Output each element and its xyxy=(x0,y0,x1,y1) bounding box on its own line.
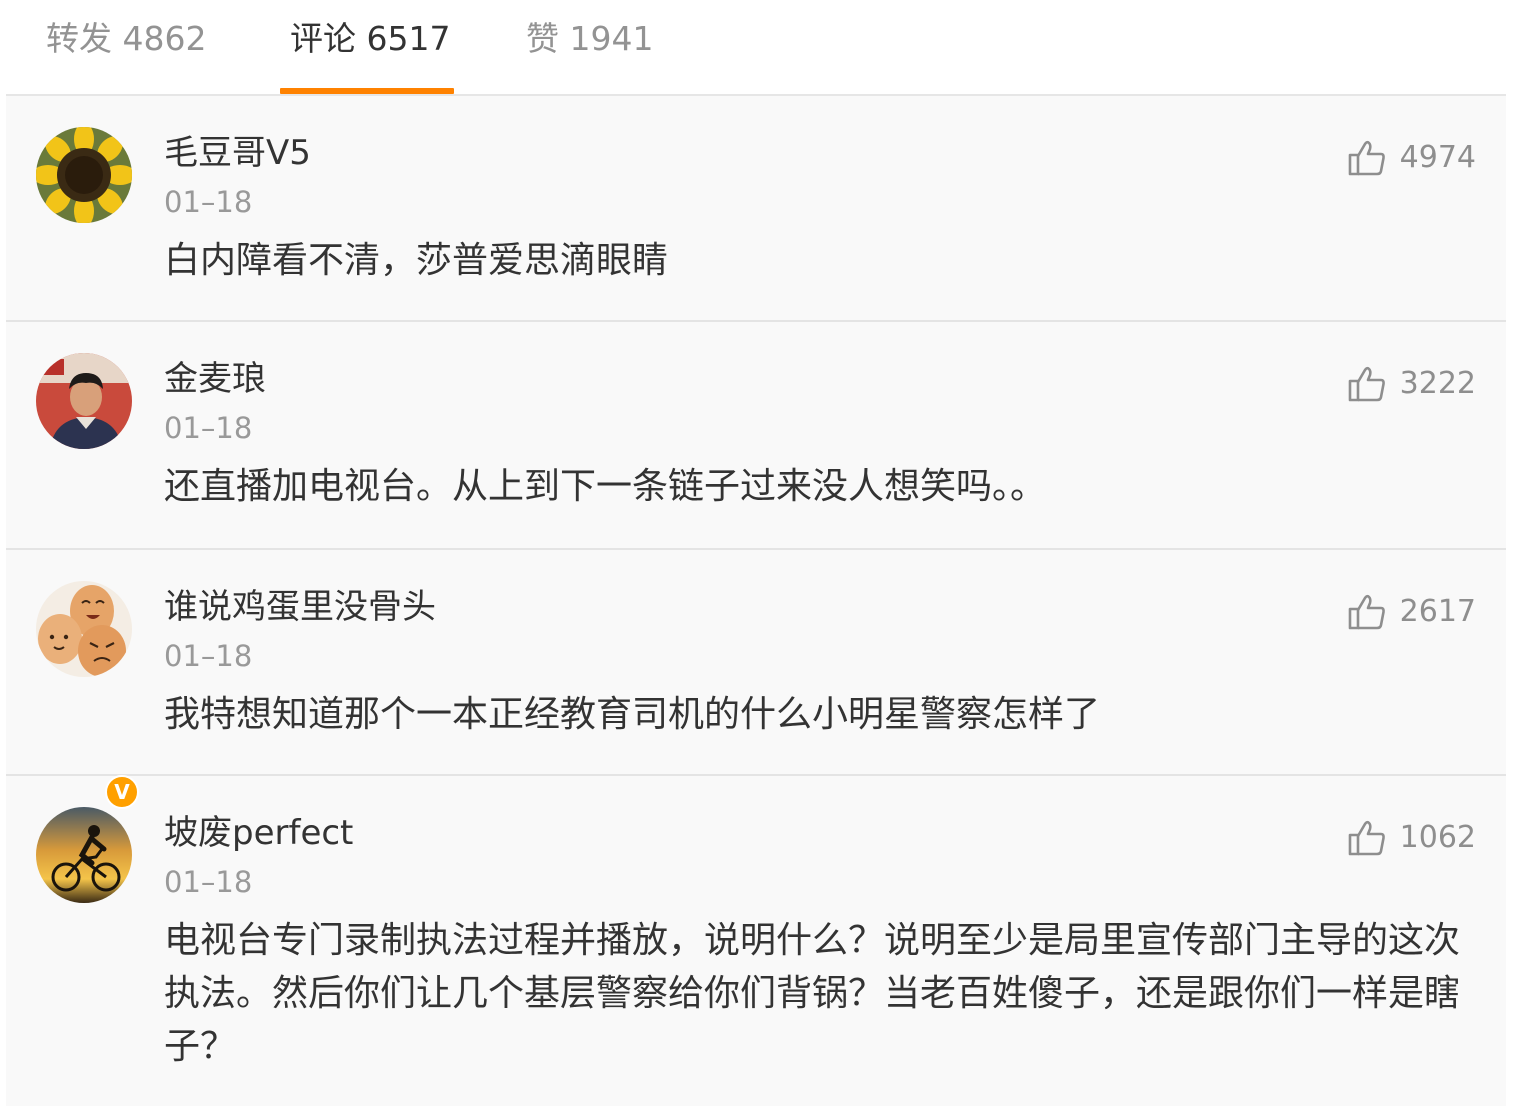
person-photo-avatar[interactable] xyxy=(36,353,132,449)
like-button[interactable]: 1062 xyxy=(1348,816,1476,860)
sunflower-avatar[interactable] xyxy=(36,127,132,223)
eggs-avatar[interactable] xyxy=(36,581,132,677)
comment-time: 01–18 xyxy=(164,865,253,899)
comment-text: 白内障看不清，莎普爱思滴眼睛 xyxy=(164,240,669,281)
comment-username[interactable]: 谁说鸡蛋里没骨头 xyxy=(164,584,436,630)
comment-text: 我特想知道那个一本正经教育司机的什么小明星警察怎样了 xyxy=(164,694,1101,735)
like-count: 2617 xyxy=(1399,594,1476,629)
like-count: 1062 xyxy=(1399,820,1476,855)
like-count: 4974 xyxy=(1399,140,1476,175)
comment-username[interactable]: 毛豆哥V5 xyxy=(164,130,311,176)
comment-username[interactable]: 坡废perfect xyxy=(164,810,353,856)
tab-likes[interactable]: 赞 1941 xyxy=(526,16,653,62)
comment-item: 金麦琅 01–18 还直播加电视台。从上到下一条链子过来没人想笑吗。。 3222 xyxy=(6,322,1506,550)
comment-text: 电视台专门录制执法过程并播放，说明什么？说明至少是局里宣传部门主导的这次执法。然… xyxy=(164,920,1461,1067)
comment-panel: 转发 4862 评论 6517 赞 1941 毛豆哥V5 01–18 白内障看不… xyxy=(6,0,1506,1106)
comment-item: 毛豆哥V5 01–18 白内障看不清，莎普爱思滴眼睛 4974 xyxy=(6,96,1506,322)
comment-item: 坡废perfect 01–18 电视台专门录制执法过程并播放，说明什么？说明至少… xyxy=(6,776,1506,1106)
thumbs-up-icon xyxy=(1348,594,1386,630)
active-tab-indicator xyxy=(280,88,454,94)
like-count: 3222 xyxy=(1399,366,1476,401)
comment-list: 毛豆哥V5 01–18 白内障看不清，莎普爱思滴眼睛 4974 金麦琅 01–1… xyxy=(6,96,1506,1106)
like-button[interactable]: 4974 xyxy=(1348,136,1476,180)
like-button[interactable]: 2617 xyxy=(1348,590,1476,634)
comment-time: 01–18 xyxy=(164,411,253,445)
comment-text: 还直播加电视台。从上到下一条链子过来没人想笑吗。。 xyxy=(164,466,1047,507)
comment-time: 01–18 xyxy=(164,639,253,673)
verified-badge-icon: V xyxy=(105,775,139,809)
comment-username[interactable]: 金麦琅 xyxy=(164,356,266,402)
like-button[interactable]: 3222 xyxy=(1348,362,1476,406)
thumbs-up-icon xyxy=(1348,366,1386,402)
cyclist-sunset-avatar[interactable] xyxy=(36,807,132,903)
tab-reposts[interactable]: 转发 4862 xyxy=(46,16,206,62)
comment-time: 01–18 xyxy=(164,185,253,219)
tab-comments[interactable]: 评论 6517 xyxy=(290,16,450,62)
tab-bar: 转发 4862 评论 6517 赞 1941 xyxy=(6,0,1506,96)
thumbs-up-icon xyxy=(1348,140,1386,176)
thumbs-up-icon xyxy=(1348,820,1386,856)
comment-item: 谁说鸡蛋里没骨头 01–18 我特想知道那个一本正经教育司机的什么小明星警察怎样… xyxy=(6,550,1506,776)
